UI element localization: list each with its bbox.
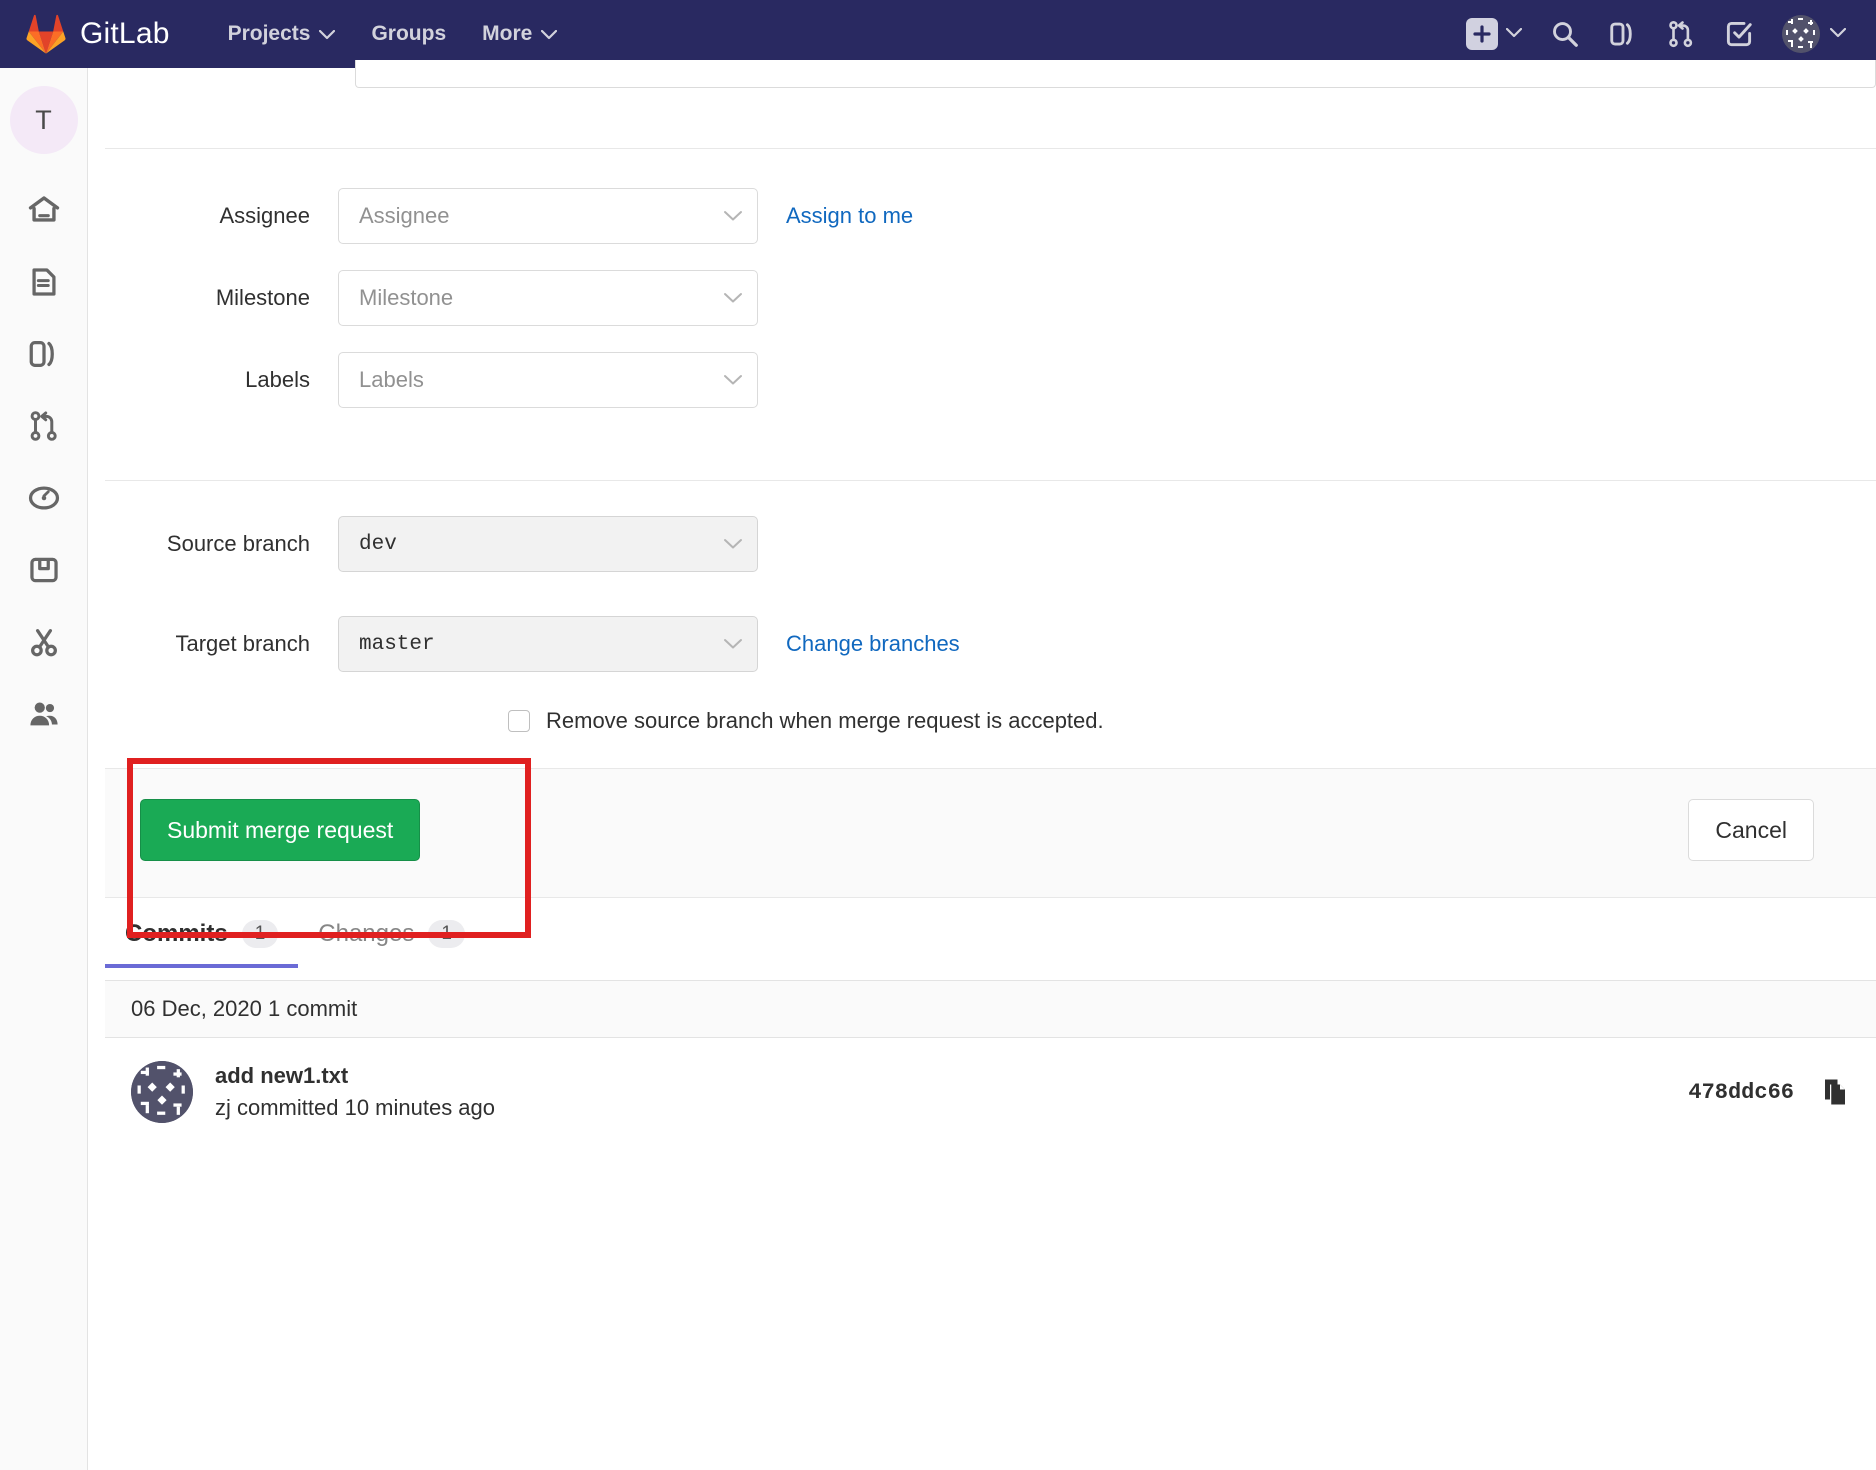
divider-top (105, 148, 1876, 149)
tab-commits-count: 1 (241, 920, 279, 948)
change-branches-link[interactable]: Change branches (786, 631, 960, 657)
members-icon (27, 697, 61, 736)
issues-icon (27, 337, 61, 376)
assign-to-me-link[interactable]: Assign to me (786, 203, 913, 229)
search-icon[interactable] (1550, 19, 1580, 49)
navbar-actions (1438, 15, 1847, 53)
chevron-down-icon (723, 538, 743, 550)
labels-select[interactable]: Labels (338, 352, 758, 408)
target-branch-select[interactable]: master (338, 616, 758, 672)
sidebar-item-snippets[interactable] (0, 608, 88, 680)
chevron-down-icon (1505, 25, 1523, 43)
nav-links: Projects Groups More (228, 22, 594, 46)
milestone-select[interactable]: Milestone (338, 270, 758, 326)
assignee-row: Assignee Assignee Assign to me (88, 188, 913, 244)
chevron-down-icon (319, 22, 336, 46)
main-content: Assignee Assignee Assign to me Milestone… (88, 60, 1876, 1470)
tab-changes-count: 1 (428, 920, 465, 948)
commit-group-header: 06 Dec, 2020 1 commit (105, 980, 1876, 1038)
copy-icon[interactable] (1820, 1077, 1850, 1107)
chevron-down-icon (723, 210, 743, 222)
divider-branches (105, 480, 1876, 481)
milestone-value: Milestone (359, 285, 454, 310)
merge-requests-icon[interactable] (1666, 19, 1696, 49)
package-icon (27, 553, 61, 592)
chevron-down-icon (1829, 25, 1847, 43)
form-actions-bar: Submit merge request Cancel (105, 768, 1876, 898)
milestone-label: Milestone (215, 285, 310, 310)
nav-link-more-label: More (482, 22, 533, 45)
commit-meta: zj committed 10 minutes ago (215, 1095, 496, 1120)
sidebar-item-project-overview[interactable] (0, 176, 88, 248)
gitlab-logo-icon (26, 14, 66, 54)
chevron-down-icon (723, 638, 743, 650)
sidebar-item-repository[interactable] (0, 248, 88, 320)
assignee-value: Assignee (359, 203, 450, 228)
plus-square-icon (1466, 18, 1498, 50)
commit-sha[interactable]: 478ddc66 (1688, 1080, 1794, 1105)
pipelines-icon (27, 481, 61, 520)
source-branch-label: Source branch (166, 531, 310, 556)
avatar (1782, 15, 1820, 53)
remove-source-branch-checkbox[interactable] (508, 710, 530, 732)
file-document-icon (27, 265, 61, 304)
target-branch-row: Target branch master Change branches (88, 616, 960, 672)
user-menu[interactable] (1782, 15, 1847, 53)
assignee-select[interactable]: Assignee (338, 188, 758, 244)
snippets-icon (27, 625, 61, 664)
tab-commits[interactable]: Commits 1 (105, 914, 299, 968)
source-branch-select[interactable]: dev (338, 516, 758, 572)
chevron-down-icon (541, 22, 558, 46)
sidebar-item-packages[interactable] (0, 536, 88, 608)
gitlab-brand[interactable]: GitLab (24, 13, 170, 55)
target-branch-label: Target branch (175, 631, 310, 656)
project-initial: T (35, 104, 52, 135)
chevron-down-icon (723, 292, 743, 304)
new-dropdown[interactable] (1466, 18, 1523, 50)
chevron-down-icon (723, 374, 743, 386)
milestone-row: Milestone Milestone (88, 270, 758, 326)
labels-value: Labels (359, 367, 424, 392)
description-field-partial[interactable] (355, 60, 1876, 88)
tab-commits-label: Commits (125, 920, 228, 947)
tab-changes[interactable]: Changes 1 (298, 914, 485, 968)
target-branch-value: master (359, 632, 435, 656)
merge-requests-icon (27, 409, 61, 448)
sidebar-item-members[interactable] (0, 680, 88, 752)
labels-label: Labels (245, 367, 310, 392)
left-sidebar: T (0, 68, 88, 1470)
source-branch-row: Source branch dev (88, 516, 758, 572)
project-avatar[interactable]: T (9, 86, 78, 154)
nav-link-groups[interactable]: Groups (371, 22, 446, 46)
nav-link-groups-label: Groups (371, 22, 447, 45)
home-icon (27, 193, 61, 232)
top-navbar: GitLab Projects Groups More (0, 0, 1876, 68)
sidebar-item-ci-cd[interactable] (0, 464, 88, 536)
brand-text: GitLab (80, 17, 170, 50)
labels-row: Labels Labels (88, 352, 758, 408)
remove-source-branch-row: Remove source branch when merge request … (508, 708, 1104, 734)
assignee-label: Assignee (219, 203, 310, 228)
cancel-button[interactable]: Cancel (1688, 799, 1814, 861)
sidebar-item-merge-requests[interactable] (0, 392, 88, 464)
commit-actions: 478ddc66 (1688, 1077, 1850, 1107)
sidebar-item-issues[interactable] (0, 320, 88, 392)
submit-merge-request-button[interactable]: Submit merge request (140, 799, 421, 861)
mr-tabs: Commits 1 Changes 1 (105, 914, 1876, 980)
commit-title[interactable]: add new1.txt (215, 1060, 495, 1092)
issues-icon[interactable] (1608, 19, 1638, 49)
nav-link-projects-label: Projects (227, 22, 311, 45)
tab-changes-label: Changes (318, 920, 415, 947)
nav-link-more[interactable]: More (482, 22, 558, 46)
nav-link-projects[interactable]: Projects (228, 22, 336, 46)
todos-icon[interactable] (1724, 19, 1754, 49)
commit-info: add new1.txt zj committed 10 minutes ago (215, 1060, 495, 1124)
table-row: add new1.txt zj committed 10 minutes ago… (105, 1038, 1876, 1146)
remove-source-branch-label: Remove source branch when merge request … (546, 708, 1104, 733)
avatar (131, 1061, 193, 1123)
source-branch-value: dev (359, 532, 397, 556)
